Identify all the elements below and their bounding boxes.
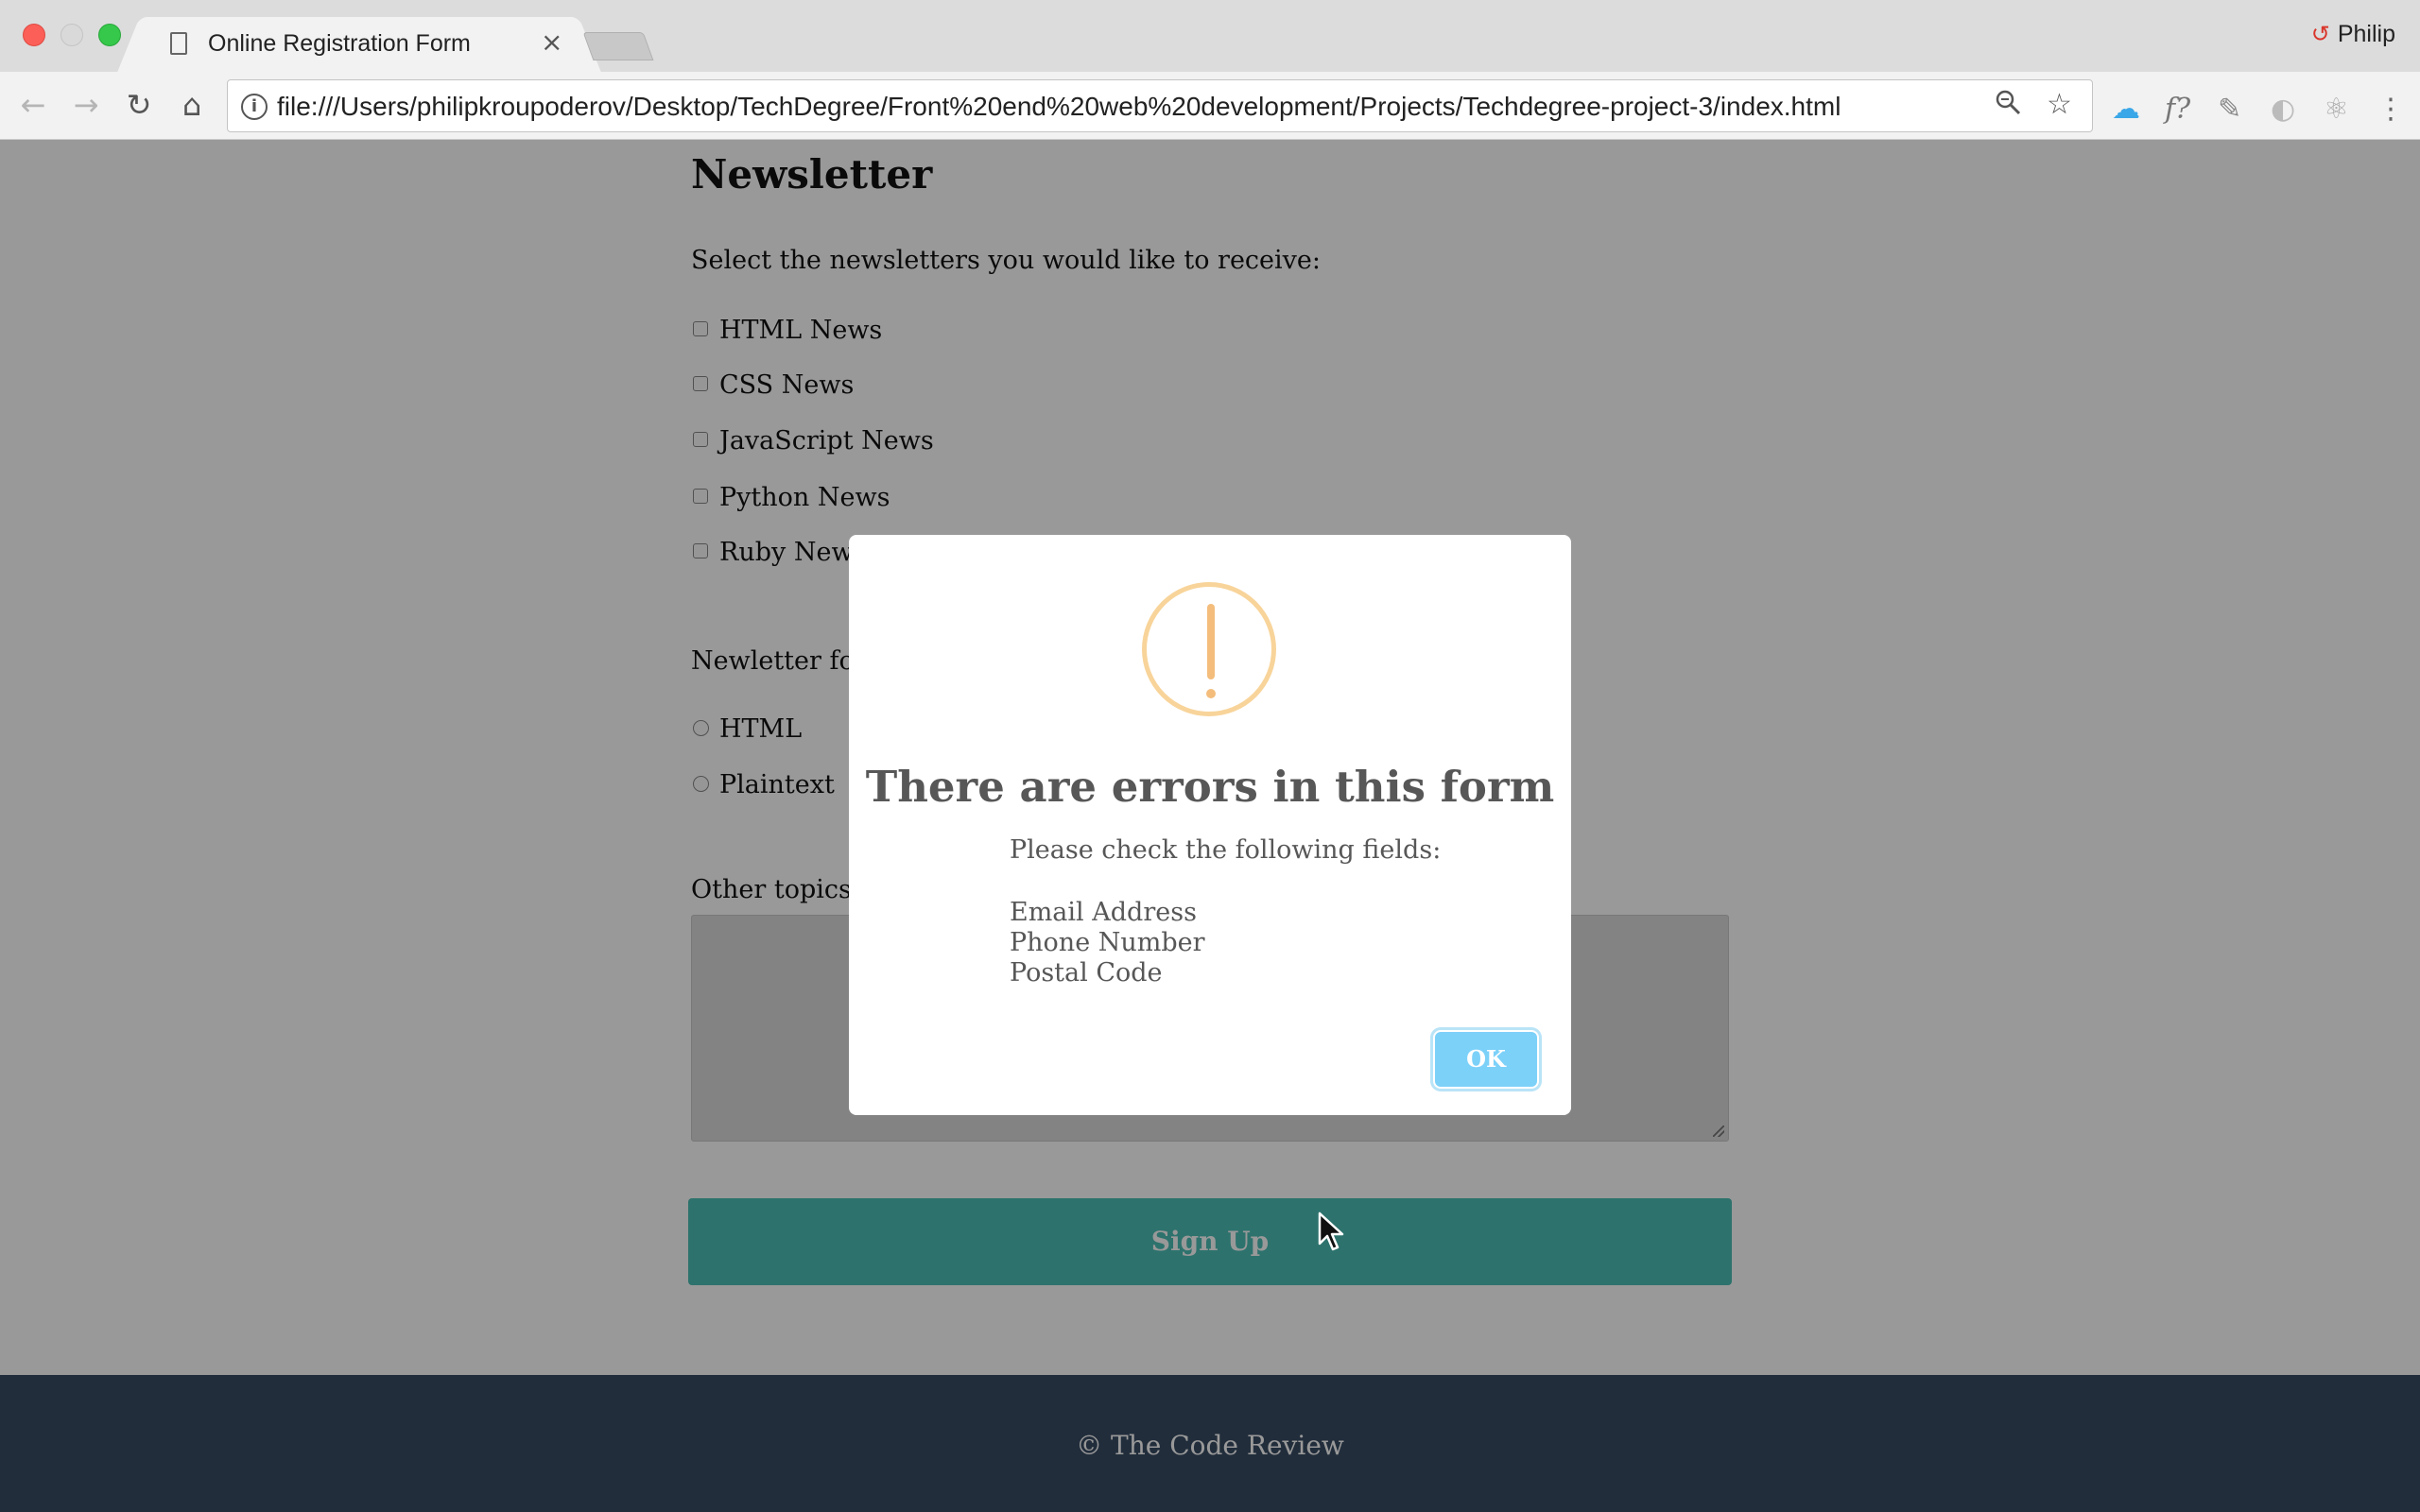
profile-sync-icon: ↺ bbox=[2310, 21, 2330, 47]
profile-name: Philip bbox=[2337, 21, 2395, 47]
warning-icon-bar bbox=[1207, 604, 1215, 679]
font-extension-icon[interactable]: f? bbox=[2165, 93, 2190, 126]
zoom-icon[interactable] bbox=[1994, 88, 2022, 124]
ok-button[interactable]: OK bbox=[1435, 1032, 1537, 1087]
warning-icon bbox=[1142, 582, 1276, 716]
error-field-item: Email Address bbox=[1010, 898, 1197, 927]
error-field-item: Postal Code bbox=[1010, 958, 1163, 988]
tab-strip: Online Registration Form × ↺ Philip bbox=[0, 0, 2420, 72]
dialog-text: Please check the following fields: bbox=[1010, 835, 1442, 865]
window-maximize-button[interactable] bbox=[98, 24, 121, 46]
error-dialog: There are errors in this form Please che… bbox=[849, 535, 1571, 1115]
profile-button[interactable]: ↺ Philip bbox=[2311, 21, 2395, 48]
back-icon[interactable]: ← bbox=[11, 83, 55, 127]
window-close-button[interactable] bbox=[23, 24, 45, 46]
pen-extension-icon[interactable]: ✎ bbox=[2218, 93, 2241, 126]
browser-toolbar: ← → ↻ ⌂ i file:///Users/philipkroupodero… bbox=[0, 72, 2420, 140]
new-tab-button[interactable] bbox=[582, 32, 654, 60]
url-text[interactable]: file:///Users/philipkroupoderov/Desktop/… bbox=[277, 92, 1841, 122]
page-icon bbox=[170, 32, 187, 55]
window-minimize-button[interactable] bbox=[60, 24, 83, 46]
bookmark-star-icon[interactable]: ☆ bbox=[2047, 88, 2072, 121]
ball-extension-icon[interactable]: ◐ bbox=[2271, 93, 2295, 126]
tab-close-icon[interactable]: × bbox=[541, 26, 562, 58]
error-field-item: Phone Number bbox=[1010, 928, 1205, 957]
browser-chrome: Online Registration Form × ↺ Philip ← → ↻… bbox=[0, 0, 2420, 140]
forward-icon[interactable]: → bbox=[64, 83, 108, 127]
tab-online-registration-form[interactable]: Online Registration Form × bbox=[142, 17, 577, 72]
reload-icon[interactable]: ↻ bbox=[117, 83, 161, 127]
tab-title: Online Registration Form bbox=[208, 30, 471, 57]
home-icon[interactable]: ⌂ bbox=[170, 83, 214, 127]
error-field-list: Email Address Phone Number Postal Code bbox=[1010, 898, 1205, 988]
react-extension-icon[interactable]: ⚛ bbox=[2324, 93, 2349, 126]
cloud-extension-icon[interactable]: ☁ bbox=[2112, 93, 2140, 126]
info-icon[interactable]: i bbox=[241, 94, 268, 120]
browser-menu-icon[interactable]: ⋮ bbox=[2377, 93, 2405, 126]
address-bar[interactable]: i file:///Users/philipkroupoderov/Deskto… bbox=[227, 79, 2093, 132]
dialog-title: There are errors in this form bbox=[865, 762, 1555, 812]
warning-icon-dot bbox=[1206, 689, 1216, 698]
